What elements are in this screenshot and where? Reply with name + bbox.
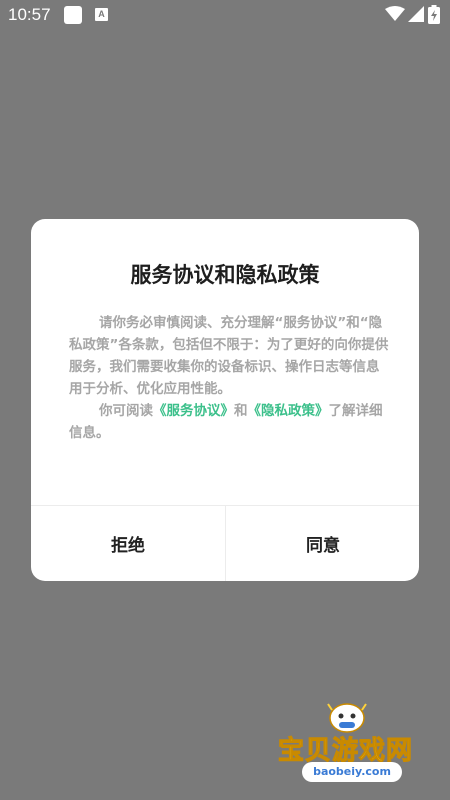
- battery-icon: [428, 5, 440, 24]
- paragraph-2-and: 和: [234, 403, 248, 419]
- a-notification-icon: A: [95, 8, 108, 21]
- service-agreement-link[interactable]: 《服务协议》: [153, 403, 234, 419]
- dialog-paragraph-1: 请你务必审慎阅读、充分理解“服务协议”和“隐私政策”各条款，包括但不限于：为了更…: [69, 312, 389, 400]
- square-notification-icon: [64, 6, 82, 24]
- privacy-policy-link[interactable]: 《隐私政策》: [248, 403, 329, 419]
- paragraph-1-text: 请你务必审慎阅读、充分理解“服务协议”和“隐私政策”各条款，包括但不限于：为了更…: [69, 315, 389, 397]
- reject-button[interactable]: 拒绝: [31, 506, 225, 581]
- agree-button[interactable]: 同意: [226, 506, 419, 581]
- privacy-dialog: 服务协议和隐私政策 请你务必审慎阅读、充分理解“服务协议”和“隐私政策”各条款，…: [31, 219, 419, 581]
- dialog-paragraph-2: 你可阅读《服务协议》和《隐私政策》了解详细信息。: [69, 400, 389, 444]
- paragraph-2-prefix: 你可阅读: [99, 403, 153, 419]
- status-time: 10:57: [8, 5, 51, 24]
- mascot-logo-icon: [327, 703, 367, 733]
- status-bar: 10:57 A: [0, 0, 450, 30]
- watermark-url: baobeiy.com: [302, 762, 402, 782]
- watermark: 宝贝游戏网 baobeiy.com: [272, 700, 422, 790]
- signal-icon: [408, 6, 424, 22]
- dialog-body: 请你务必审慎阅读、充分理解“服务协议”和“隐私政策”各条款，包括但不限于：为了更…: [69, 312, 389, 444]
- wifi-icon: [385, 6, 405, 21]
- dialog-title: 服务协议和隐私政策: [130, 263, 320, 287]
- a-icon-letter: A: [98, 9, 105, 19]
